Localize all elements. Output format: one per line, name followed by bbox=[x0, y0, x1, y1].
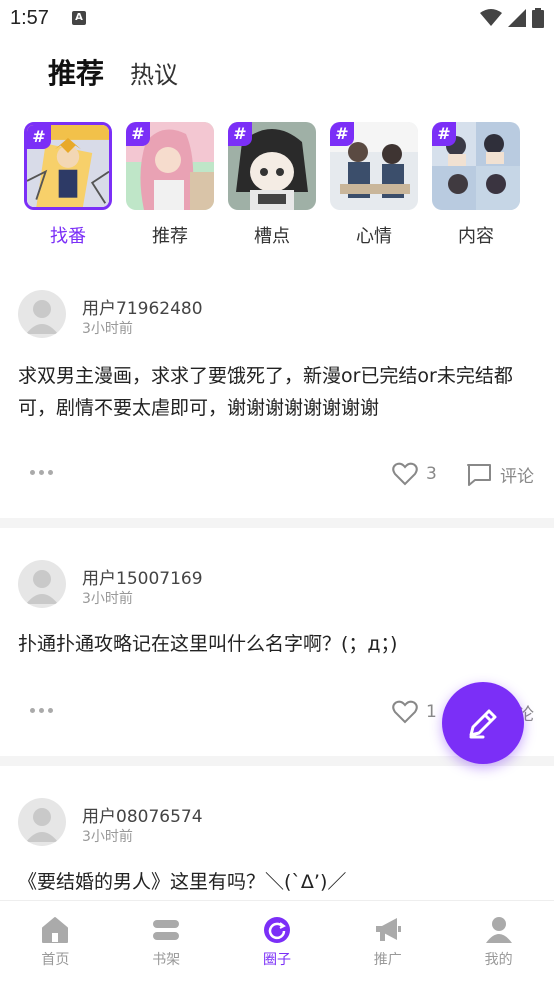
nav-label: 书架 bbox=[152, 952, 181, 968]
post-content[interactable]: 求双男主漫画，求求了要饿死了，新漫or已完结or未完结都可，剧情不要太虐即可，谢… bbox=[18, 360, 538, 424]
top-tabs: 推荐 热议 bbox=[39, 52, 178, 94]
tab-recommend-label: 推荐 bbox=[48, 57, 105, 90]
category-label: 内容 bbox=[458, 226, 494, 247]
nav-label: 推广 bbox=[373, 952, 402, 968]
category-thumbnail: # bbox=[126, 122, 214, 210]
nav-circle[interactable]: 圈子 bbox=[222, 901, 333, 984]
more-options-icon[interactable] bbox=[30, 708, 53, 713]
like-button[interactable]: 1 bbox=[392, 700, 437, 724]
profile-icon bbox=[485, 917, 512, 943]
nav-promote[interactable]: 推广 bbox=[332, 901, 443, 984]
tab-hot[interactable]: 热议 bbox=[130, 55, 178, 92]
category-mood[interactable]: # 心情 bbox=[328, 122, 420, 248]
status-time: 1:57 bbox=[10, 7, 49, 29]
nav-label: 首页 bbox=[41, 952, 70, 968]
comment-icon bbox=[467, 463, 491, 486]
nav-home[interactable]: 首页 bbox=[0, 901, 111, 984]
wifi-icon bbox=[480, 9, 502, 26]
nav-label: 我的 bbox=[484, 952, 513, 968]
divider bbox=[0, 518, 554, 528]
like-count: 3 bbox=[426, 464, 437, 484]
category-label: 槽点 bbox=[254, 226, 290, 247]
home-icon bbox=[42, 917, 69, 943]
create-post-button[interactable] bbox=[442, 682, 524, 764]
post-card[interactable]: 用户71962480 3小时前 求双男主漫画，求求了要饿死了，新漫or已完结or… bbox=[0, 270, 554, 518]
category-recommend[interactable]: # 推荐 bbox=[124, 122, 216, 248]
avatar[interactable] bbox=[18, 798, 66, 846]
category-row: # 找番 # 推荐 # 槽点 # 心情 # 内容 bbox=[22, 122, 522, 248]
comment-label: 评论 bbox=[500, 467, 534, 487]
status-bar: 1:57 A bbox=[0, 0, 554, 36]
post-time: 3小时前 bbox=[82, 321, 133, 337]
category-complaints[interactable]: # 槽点 bbox=[226, 122, 318, 248]
bookshelf-icon bbox=[153, 920, 180, 940]
nav-label: 圈子 bbox=[262, 952, 291, 968]
category-thumbnail: # bbox=[432, 122, 520, 210]
post-content[interactable]: 扑通扑通攻略记在这里叫什么名字啊？(；д；) bbox=[18, 628, 538, 660]
like-button[interactable]: 3 bbox=[392, 462, 437, 486]
avatar[interactable] bbox=[18, 290, 66, 338]
status-icons bbox=[480, 8, 544, 28]
pencil-icon bbox=[469, 709, 497, 739]
nav-bookshelf[interactable]: 书架 bbox=[111, 901, 222, 984]
username[interactable]: 用户08076574 bbox=[82, 802, 203, 827]
category-thumbnail: # bbox=[228, 122, 316, 210]
hash-badge: # bbox=[126, 122, 150, 146]
heart-icon bbox=[392, 700, 418, 724]
like-count: 1 bbox=[426, 702, 437, 722]
post-time: 3小时前 bbox=[82, 829, 133, 845]
heart-icon bbox=[392, 462, 418, 486]
circle-icon bbox=[263, 917, 290, 943]
notification-icon: A bbox=[72, 11, 86, 25]
category-label: 找番 bbox=[50, 226, 86, 247]
post-content[interactable]: 《要结婚的男人》这里有吗？＼(`Δ’)／ bbox=[18, 866, 538, 898]
nav-profile[interactable]: 我的 bbox=[443, 901, 554, 984]
more-options-icon[interactable] bbox=[30, 470, 53, 475]
hash-badge: # bbox=[27, 125, 51, 149]
battery-icon bbox=[532, 8, 544, 28]
hash-badge: # bbox=[228, 122, 252, 146]
tab-recommend[interactable]: 推荐 bbox=[39, 52, 113, 94]
category-label: 心情 bbox=[356, 226, 392, 247]
avatar[interactable] bbox=[18, 560, 66, 608]
hash-badge: # bbox=[330, 122, 354, 146]
post-time: 3小时前 bbox=[82, 591, 133, 607]
category-thumbnail: # bbox=[330, 122, 418, 210]
comment-button[interactable]: 评论 bbox=[466, 462, 534, 487]
category-find[interactable]: # 找番 bbox=[22, 122, 114, 248]
post-card[interactable]: 用户08076574 3小时前 《要结婚的男人》这里有吗？＼(`Δ’)／ bbox=[0, 778, 554, 900]
megaphone-icon bbox=[375, 918, 401, 941]
username[interactable]: 用户71962480 bbox=[82, 294, 203, 319]
bottom-nav: 首页 书架 圈子 推广 我的 bbox=[0, 900, 554, 984]
hash-badge: # bbox=[432, 122, 456, 146]
category-thumbnail: # bbox=[24, 122, 112, 210]
category-content[interactable]: # 内容 bbox=[430, 122, 522, 248]
category-label: 推荐 bbox=[152, 226, 188, 247]
signal-icon bbox=[508, 9, 526, 27]
username[interactable]: 用户15007169 bbox=[82, 564, 203, 589]
